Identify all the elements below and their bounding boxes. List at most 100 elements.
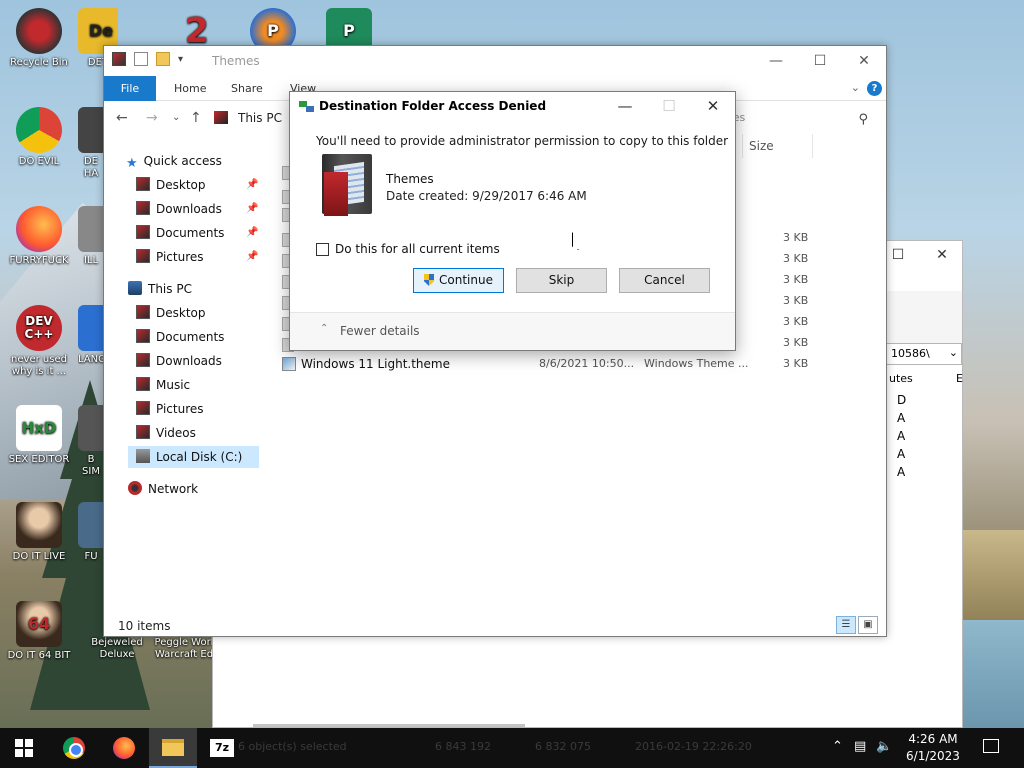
desktop-icon-bejeweled[interactable]: Bejeweled Deluxe	[80, 637, 154, 661]
network-icon	[128, 481, 142, 495]
expand-ribbon-icon[interactable]: ⌄	[851, 81, 860, 94]
nav-quick-access[interactable]: ★ Quick access	[126, 150, 222, 172]
apply-all-checkbox[interactable]: Do this for all current items	[316, 242, 500, 256]
nav-qa-downloads[interactable]: Downloads	[136, 198, 222, 220]
skip-button[interactable]: Skip	[516, 268, 607, 293]
attribute-cell: D	[897, 393, 907, 407]
desktop-icon-do-it-live[interactable]: DO IT LIVE	[2, 502, 76, 563]
column-header-size[interactable]: Size	[749, 139, 774, 153]
desktop-icon-ill[interactable]: ILL	[78, 206, 104, 267]
minimize-icon[interactable]: —	[754, 46, 798, 76]
hxd-icon: HxD	[16, 405, 62, 451]
access-denied-dialog[interactable]: Destination Folder Access Denied — ☐ ✕ Y…	[289, 91, 736, 351]
help-icon[interactable]: ?	[867, 81, 882, 96]
properties-icon[interactable]	[134, 52, 148, 66]
nav-pc-videos[interactable]: Videos	[136, 422, 196, 444]
minimize-icon[interactable]: —	[603, 92, 647, 120]
network-icon[interactable]: ▤	[854, 739, 866, 754]
nav-qa-documents[interactable]: Documents	[136, 222, 224, 244]
notification-center-icon[interactable]	[983, 739, 999, 753]
portrait-64-icon: 64	[16, 601, 62, 647]
column-header-partial[interactable]: E	[956, 372, 963, 385]
desktop-icon-do-it-64-bit[interactable]: 64 DO IT 64 BIT	[2, 601, 76, 662]
customize-toolbar-icon[interactable]: ▾	[178, 54, 183, 65]
nav-network[interactable]: Network	[128, 478, 198, 500]
column-separator[interactable]	[742, 134, 743, 158]
desktop-icon-devcpp[interactable]: DEV C++ never used why is it ...	[2, 305, 76, 378]
fewer-details-toggle[interactable]: Fewer details	[340, 324, 420, 338]
taskbar-firefox[interactable]	[100, 728, 148, 768]
view-toggle: ☰ ▣	[836, 616, 878, 634]
tab-home[interactable]: Home	[174, 76, 206, 101]
chevron-down-icon: ⌄	[948, 346, 958, 359]
recent-locations-icon[interactable]: ⌄	[172, 112, 180, 123]
recycle-bin-icon	[16, 8, 62, 54]
horizontal-scrollbar[interactable]	[253, 724, 525, 727]
nav-pc-documents[interactable]: Documents	[136, 326, 224, 348]
this-pc-icon	[214, 111, 228, 124]
column-separator[interactable]	[812, 134, 813, 158]
new-folder-icon[interactable]	[156, 52, 170, 66]
start-button[interactable]	[0, 728, 48, 768]
column-header-attributes[interactable]: utes	[889, 372, 913, 385]
up-arrow-icon[interactable]: ↑	[190, 110, 202, 126]
desktop-icon-de-ha[interactable]: DE HA	[78, 107, 104, 180]
desktop-icon-peggle[interactable]: Peggle Worl Warcraft Ed	[148, 637, 220, 661]
pin-icon: 📌	[246, 227, 259, 238]
checkbox-box[interactable]	[316, 242, 329, 256]
desktop-icon-lang[interactable]: LANG	[78, 305, 104, 366]
close-icon[interactable]: ✕	[691, 92, 735, 120]
computer-icon	[128, 281, 142, 295]
tab-share[interactable]: Share	[231, 76, 263, 101]
close-icon[interactable]: ✕	[927, 247, 957, 267]
folder-icon	[136, 249, 150, 263]
uac-shield-icon	[424, 274, 435, 286]
maximize-icon[interactable]: ☐	[798, 46, 842, 76]
nav-this-pc[interactable]: This PC	[128, 278, 192, 300]
folder-icon	[162, 738, 184, 756]
file-row[interactable]: Windows 11 Light.theme 8/6/2021 10:50...…	[282, 355, 812, 373]
window-title: Themes	[212, 54, 260, 68]
desktop-icon-do-evil[interactable]: DO EVIL	[2, 107, 76, 168]
desktop-icon-fu[interactable]: FU	[78, 502, 104, 563]
maximize-icon[interactable]: ☐	[883, 247, 913, 267]
forward-arrow-icon[interactable]: →	[146, 110, 158, 126]
path-combobox[interactable]: 10586\ ⌄	[886, 343, 962, 365]
attribute-cell: A	[897, 411, 906, 425]
nav-pc-pictures[interactable]: Pictures	[136, 398, 204, 420]
nav-local-disk[interactable]: Local Disk (C:)	[128, 446, 259, 468]
desktop-icon-recycle-bin[interactable]: Recycle Bin	[2, 8, 76, 69]
taskbar-chrome[interactable]	[50, 728, 98, 768]
nav-pc-desktop[interactable]: Desktop	[136, 302, 206, 324]
ghost-status-selected: 6 object(s) selected	[238, 740, 347, 753]
back-arrow-icon[interactable]: ←	[116, 110, 128, 126]
volume-icon[interactable]: 🔈	[876, 739, 892, 754]
details-view-icon[interactable]: ☰	[836, 616, 856, 634]
quick-access-toolbar: ▾	[112, 52, 183, 66]
nav-pc-music[interactable]: Music	[136, 374, 190, 396]
devcpp-icon: DEV C++	[16, 305, 62, 351]
desktop-icon-b-sim[interactable]: B SIM	[78, 405, 104, 478]
close-icon[interactable]: ✕	[842, 46, 886, 76]
file-size: 3 KB	[783, 315, 809, 328]
tab-file[interactable]: File	[104, 76, 156, 101]
desktop-icon-sex-editor[interactable]: HxD SEX EDITOR	[2, 405, 76, 466]
nav-qa-desktop[interactable]: Desktop	[136, 174, 206, 196]
chevron-up-icon: ⌃	[320, 323, 329, 334]
cancel-button[interactable]: Cancel	[619, 268, 710, 293]
dialog-titlebar: Destination Folder Access Denied — ☐ ✕	[290, 92, 735, 122]
taskbar-file-explorer[interactable]	[149, 728, 197, 768]
large-icons-view-icon[interactable]: ▣	[858, 616, 878, 634]
folder-icon	[136, 401, 150, 415]
folder-icon	[136, 353, 150, 367]
show-hidden-icons-icon[interactable]: ⌃	[832, 739, 843, 754]
nav-qa-pictures[interactable]: Pictures	[136, 246, 204, 268]
nav-pc-downloads[interactable]: Downloads	[136, 350, 222, 372]
desktop-icon-furryfuck[interactable]: FURRYFUCK	[2, 206, 76, 267]
folder-icon	[136, 305, 150, 319]
search-input[interactable]: mes ⚲	[714, 108, 874, 128]
continue-button[interactable]: Continue	[413, 268, 504, 293]
system-clock[interactable]: 4:26 AM 6/1/2023	[898, 731, 968, 765]
clock-date: 6/1/2023	[906, 749, 960, 763]
app-icon	[78, 502, 104, 548]
